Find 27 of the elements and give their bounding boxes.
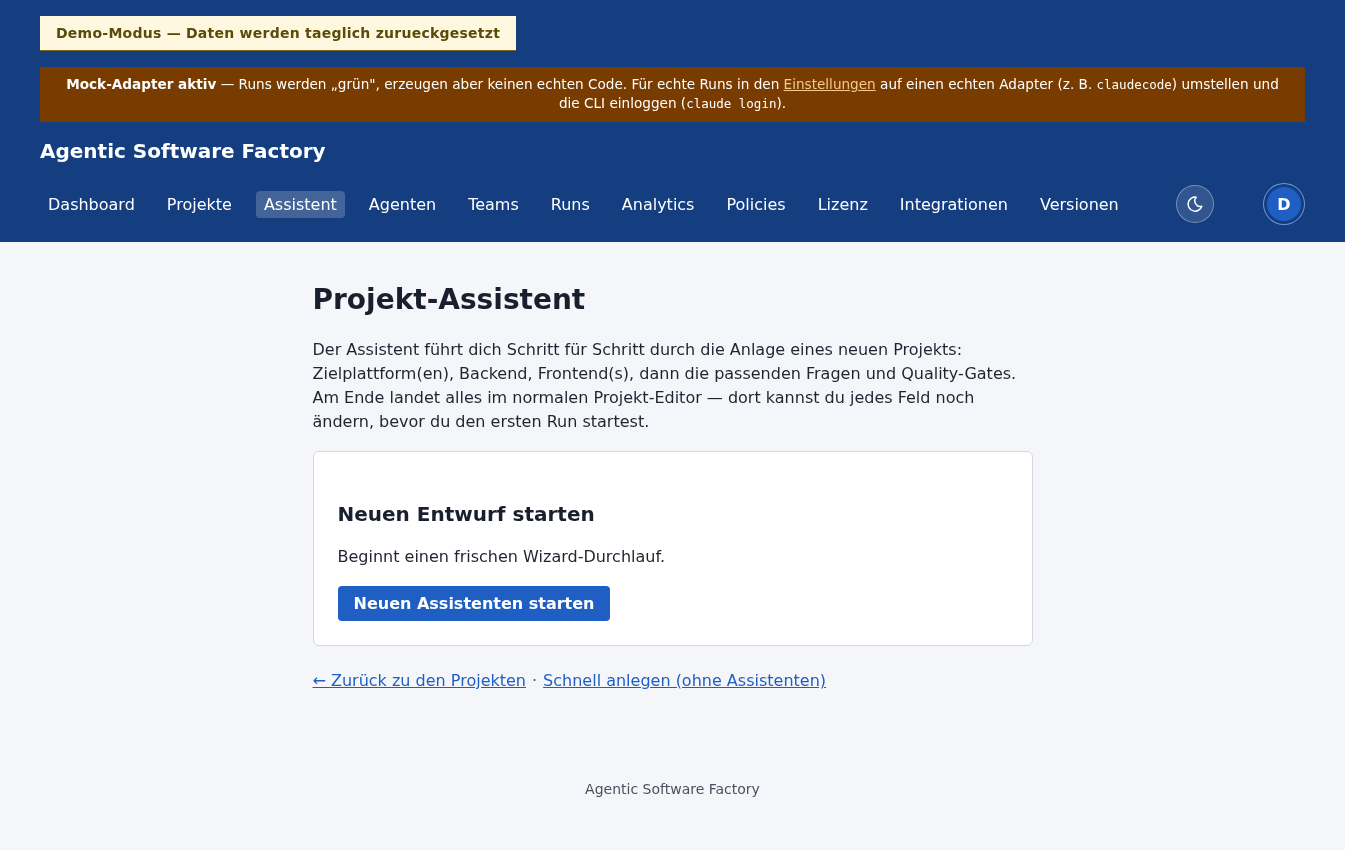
card-text: Beginnt einen frischen Wizard-Durchlauf. xyxy=(337,546,666,568)
app-title: Agentic Software Factory xyxy=(40,138,327,165)
nav-tab[interactable]: Agenten xyxy=(360,190,445,218)
text-link[interactable]: ← Zurück zu den Projekten xyxy=(312,669,526,693)
user-avatar-button[interactable]: D xyxy=(1263,183,1305,225)
intro-text: Der Assistent führt dich Schritt für Schritt durch die Anlage eines neuen Projekts: Zielplattform(en), Backend, Frontend(s), dann die passenden Fragen und Quality-Gates. Am Ende landet alles im normalen Projekt-Editor — dort kannst du jedes Feld noch ändern, bevor du den ersten Run startest. xyxy=(312,339,1018,433)
demo-mode-banner: Demo-Modus — Daten werden taeglich zurueckgesetzt xyxy=(40,16,517,51)
nav-tab[interactable]: Versionen xyxy=(1031,190,1127,218)
nav-tab[interactable]: Integrationen xyxy=(891,190,1016,218)
nav-tab[interactable]: Policies xyxy=(718,190,794,218)
start-assistant-button[interactable]: Neuen Assistenten starten xyxy=(337,586,611,621)
page-title: Projekt-Assistent xyxy=(312,283,587,317)
nav-tab[interactable]: Teams xyxy=(460,190,527,218)
nav-tab[interactable]: Lizenz xyxy=(809,190,876,218)
nav-tab[interactable]: Runs xyxy=(542,190,598,218)
nav-tab[interactable]: Assistent xyxy=(255,190,345,218)
moon-icon xyxy=(1187,196,1203,212)
card-heading: Neuen Entwurf starten xyxy=(337,501,596,528)
nav-tab[interactable]: Dashboard xyxy=(40,190,143,218)
mock-adapter-notice: Mock-Adapter aktiv — Runs werden „grün", erzeugen aber keinen echten Code. Für echte Runs in den Einstellungen auf einen echten Adapter (z. B. claudecode) umstellen und die CLI einloggen (claude login). xyxy=(40,67,1305,122)
theme-toggle-button[interactable] xyxy=(1176,185,1214,223)
settings-link[interactable]: Einstellungen xyxy=(783,76,876,92)
footer-text: Agentic Software Factory xyxy=(585,781,760,797)
text-link[interactable]: Schnell anlegen (ohne Assistenten) xyxy=(543,669,827,693)
nav-tab[interactable]: Projekte xyxy=(158,190,240,218)
nav-tab[interactable]: Analytics xyxy=(613,190,703,218)
link-separator: · xyxy=(532,670,538,692)
